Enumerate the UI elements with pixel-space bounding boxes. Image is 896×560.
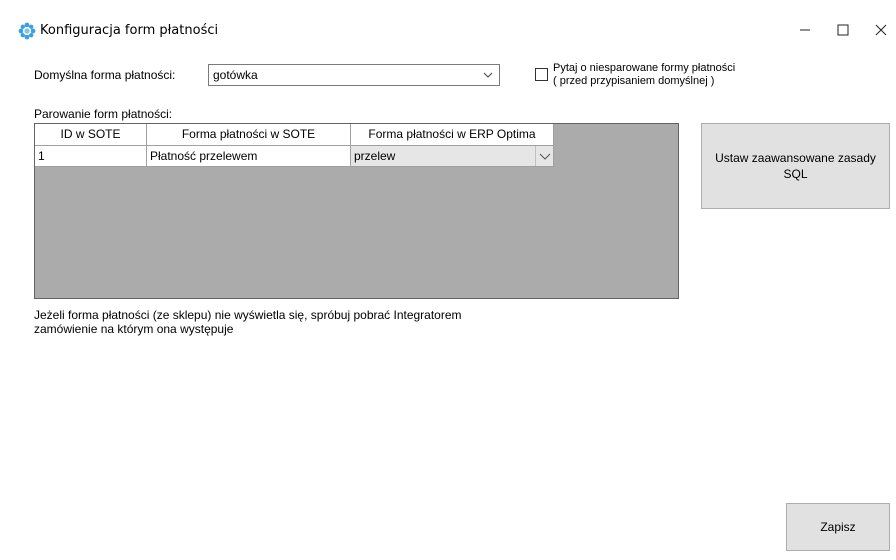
ask-unpaired-checkbox[interactable] [535, 68, 548, 81]
default-payment-select[interactable]: gotówka [208, 64, 500, 86]
cell-erp-payment-value: przelew [354, 149, 396, 163]
column-header-erp[interactable]: Forma płatności w ERP Optima [351, 124, 554, 146]
advanced-sql-button[interactable]: Ustaw zaawansowane zasady SQL [701, 123, 890, 209]
chevron-down-icon [483, 72, 493, 78]
window-title: Konfiguracja form płatności [40, 23, 219, 38]
cell-erp-payment-select[interactable]: przelew [351, 146, 554, 167]
minimize-icon [800, 29, 810, 31]
maximize-icon [837, 24, 849, 36]
title-bar: Konfiguracja form płatności [0, 10, 896, 50]
default-payment-label: Domyślna forma płatności: [34, 68, 176, 82]
default-payment-value: gotówka [213, 68, 258, 82]
column-header-id[interactable]: ID w SOTE [35, 124, 147, 146]
pairing-label: Parowanie form płatności: [34, 107, 173, 121]
save-button-label: Zapisz [820, 520, 856, 534]
pairing-hint: Jeżeli forma płatności (ze sklepu) nie w… [34, 308, 462, 336]
form-area: Domyślna forma płatności: gotówka Pytaj … [0, 50, 896, 560]
ask-unpaired-label-line1: Pytaj o niesparowane formy płatności [553, 62, 736, 74]
advanced-sql-button-label: Ustaw zaawansowane zasady SQL [715, 151, 876, 181]
pairing-grid[interactable]: ID w SOTE Forma płatności w SOTE Forma p… [34, 123, 679, 299]
save-button[interactable]: Zapisz [786, 503, 890, 551]
chevron-down-icon [539, 153, 551, 160]
app-icon [18, 22, 36, 40]
close-icon [875, 24, 887, 36]
cell-id[interactable]: 1 [35, 146, 147, 167]
payment-config-window: Konfiguracja form płatności Domyślna for… [0, 0, 896, 560]
cell-dropdown-button[interactable] [535, 146, 553, 166]
ask-unpaired-label[interactable]: Pytaj o niesparowane formy płatności ( p… [553, 62, 735, 88]
column-header-sote[interactable]: Forma płatności w SOTE [147, 124, 351, 146]
cell-sote-payment[interactable]: Płatność przelewem [147, 146, 351, 167]
close-button[interactable] [858, 10, 896, 50]
ask-unpaired-label-line2: ( przed przypisaniem domyślnej ) [553, 75, 715, 87]
